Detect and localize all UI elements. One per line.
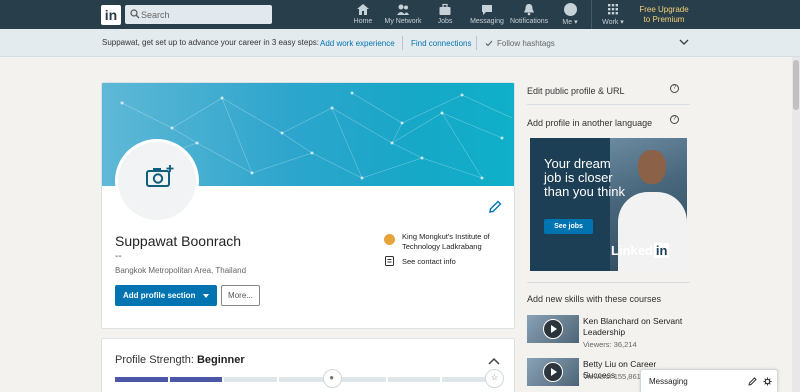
nav-messaging-label: Messaging: [470, 18, 504, 25]
profile-strength-level: Beginner: [196, 354, 245, 366]
add-profile-section-button[interactable]: Add profile section: [115, 285, 217, 306]
profile-photo-placeholder[interactable]: [115, 139, 199, 223]
course-thumbnail: [527, 315, 579, 343]
search-icon: [130, 9, 140, 19]
profile-strength-meter: ● ☆: [115, 369, 504, 388]
rail-divider: [527, 282, 690, 283]
nav-messaging[interactable]: Messaging: [470, 3, 504, 28]
lock-icon: ●: [323, 369, 343, 388]
guidance-divider: [476, 36, 477, 50]
chevron-up-icon[interactable]: [488, 357, 500, 365]
nav-my-network[interactable]: My Network: [384, 3, 422, 28]
profile-location: Bangkok Metropolitan Area, Thailand: [115, 266, 247, 275]
play-icon: [543, 362, 563, 382]
profile-strength-label: Profile Strength:: [115, 354, 197, 366]
profile-card: Suppawat Boonrach -- Bangkok Metropolita…: [101, 82, 515, 329]
edit-public-profile-link[interactable]: Edit public profile & URL: [527, 86, 625, 96]
grid-icon: [608, 4, 618, 15]
nav-me-label: Me ▾: [562, 19, 578, 26]
profile-strength-title: Profile Strength: Beginner: [115, 354, 245, 366]
nav-work[interactable]: Work ▾: [600, 3, 626, 28]
play-icon: [543, 319, 563, 339]
nav-notifications-label: Notifications: [510, 18, 549, 25]
courses-title: Add new skills with these courses: [527, 294, 662, 304]
jobs-icon: [439, 3, 451, 15]
nav-notifications[interactable]: Notifications: [510, 3, 548, 28]
course-title: Ken Blanchard on Servant Leadership: [583, 316, 683, 337]
nav-my-network-label: My Network: [384, 18, 422, 25]
school-seal-icon: [384, 234, 395, 245]
school-name: King Mongkut's Institute of Technology L…: [402, 232, 490, 251]
ad-person-face: [638, 150, 666, 184]
network-icon: [397, 4, 409, 15]
chevron-down-icon[interactable]: [679, 38, 689, 46]
help-question-icon[interactable]: ?: [670, 115, 679, 124]
guidance-text: Suppawat, get set up to advance your car…: [102, 38, 320, 47]
contact-info-text: See contact info: [402, 257, 456, 266]
edit-pencil-icon[interactable]: [488, 200, 502, 214]
add-photo-camera-icon: [146, 165, 174, 187]
contact-card-icon: [385, 256, 394, 266]
gear-icon[interactable]: [763, 377, 772, 386]
upgrade-line-2: to Premium: [643, 15, 685, 24]
nav-jobs[interactable]: Jobs: [434, 3, 456, 28]
messaging-overlay[interactable]: Messaging: [640, 369, 778, 392]
premium-upgrade-link[interactable]: Free Upgrade to Premium: [632, 5, 696, 25]
rail-divider: [527, 104, 690, 105]
linkedin-logo: Linked in: [611, 243, 670, 258]
add-work-experience-link[interactable]: Add work experience: [320, 39, 395, 48]
search-box[interactable]: [125, 5, 272, 24]
search-input[interactable]: [141, 6, 269, 23]
profile-headline: --: [115, 251, 122, 262]
meter-segment: [387, 377, 441, 382]
ad-headline: Your dream job is closer than you think: [544, 156, 625, 199]
caret-down-icon: [203, 294, 209, 298]
nav-divider: [591, 0, 592, 29]
nav-home-label: Home: [353, 18, 373, 25]
add-language-profile-link[interactable]: Add profile in another language: [527, 118, 652, 128]
linkedin-logo[interactable]: in: [101, 5, 121, 25]
guidance-bar: Suppawat, get set up to advance your car…: [0, 29, 800, 57]
profile-strength-card: Profile Strength: Beginner ● ☆: [101, 338, 515, 392]
meter-segment: [224, 377, 277, 382]
messaging-label: Messaging: [649, 377, 688, 386]
guidance-divider: [402, 36, 403, 50]
follow-hashtags-link[interactable]: Follow hashtags: [497, 39, 555, 48]
avatar: [563, 3, 577, 16]
course-item[interactable]: Ken Blanchard on Servant Leadership View…: [527, 315, 687, 349]
course-viewers: Viewers: 36,214: [583, 340, 637, 349]
home-icon: [357, 4, 369, 15]
course-thumbnail: [527, 358, 579, 386]
profile-name: Suppawat Boonrach: [115, 233, 242, 249]
ad-person-shirt: [618, 192, 687, 271]
nav-work-label: Work ▾: [602, 19, 624, 26]
compose-icon[interactable]: [748, 377, 757, 386]
scrollbar-thumb[interactable]: [793, 60, 799, 110]
find-connections-link[interactable]: Find connections: [411, 39, 471, 48]
star-icon: ☆: [485, 369, 504, 388]
nav-home[interactable]: Home: [352, 3, 374, 28]
messaging-icon: [482, 5, 492, 15]
check-icon: [485, 40, 493, 47]
nav-me[interactable]: Me ▾: [559, 3, 581, 28]
ad-logo-in: in: [653, 243, 670, 258]
meter-segment: [115, 377, 168, 382]
linkedin-jobs-ad[interactable]: Your dream job is closer than you think …: [530, 138, 687, 271]
top-navigation-bar: in Home My Network Jobs Messaging Notifi…: [0, 0, 800, 29]
more-button[interactable]: More...: [221, 285, 260, 306]
help-question-icon[interactable]: ?: [670, 84, 679, 93]
course-viewers: Viewers: 155,861: [583, 372, 641, 381]
meter-segment: [169, 377, 223, 382]
ad-logo-word: Linked: [611, 243, 653, 258]
upgrade-line-1: Free Upgrade: [639, 5, 689, 14]
see-jobs-button[interactable]: See jobs: [544, 219, 593, 234]
add-profile-section-label: Add profile section: [123, 291, 196, 300]
nav-jobs-label: Jobs: [437, 18, 453, 25]
notifications-icon: [524, 4, 534, 16]
